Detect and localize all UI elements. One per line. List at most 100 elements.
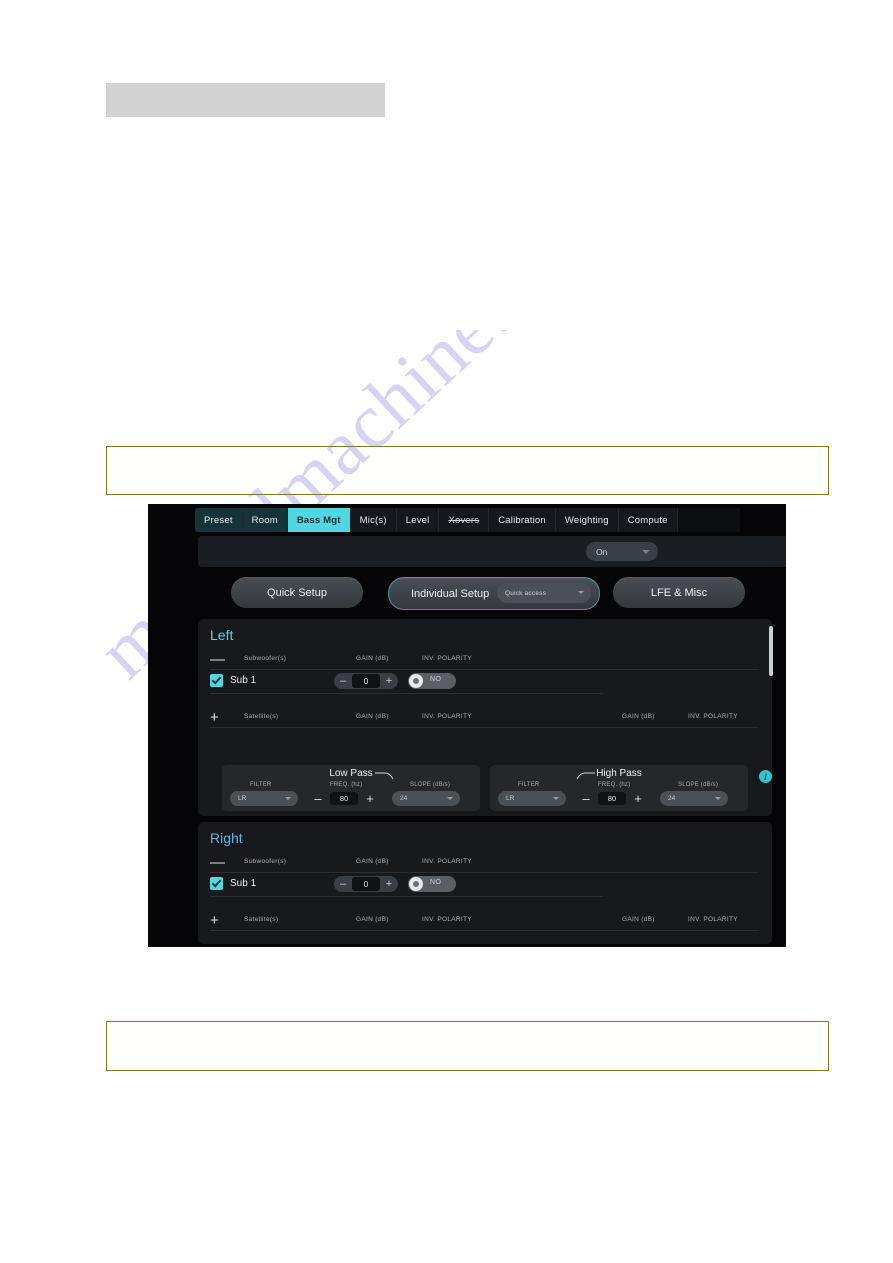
high-pass-freq-value[interactable]: 80 xyxy=(598,792,626,805)
col-gain: GAIN (dB) xyxy=(356,713,389,720)
vertical-scrollbar-thumb[interactable] xyxy=(769,626,773,676)
low-pass-filter-label: FILTER xyxy=(250,782,272,788)
low-pass-slope-value: 24 xyxy=(400,795,408,802)
high-pass-filter-dropdown[interactable]: LR xyxy=(498,791,566,806)
high-pass-title: High Pass xyxy=(596,768,642,779)
tab-bass-mgt[interactable]: Bass Mgt xyxy=(287,508,351,532)
col-inv-polarity-2: INV. POLARITY xyxy=(688,713,738,720)
sub-name-label: Sub 1 xyxy=(230,878,257,889)
gain-value[interactable]: 0 xyxy=(352,877,380,891)
subwoofer-header-left: — Subwoofer(s) GAIN (dB) INV. POLARITY xyxy=(210,651,759,670)
toggle-knob-icon xyxy=(409,674,423,688)
chevron-down-icon xyxy=(578,591,584,594)
gray-placeholder-block xyxy=(106,83,385,117)
sub-name-label: Sub 1 xyxy=(230,675,257,686)
embedded-app-screenshot: Preset Room Bass Mgt Mic(s) Level Xovers… xyxy=(148,504,786,947)
subwoofer-header-right: — Subwoofer(s) GAIN (dB) INV. POLARITY xyxy=(210,854,759,873)
chevron-down-icon xyxy=(715,796,721,800)
col-satellites: Satellite(s) xyxy=(244,916,279,923)
sub-gain-stepper[interactable]: – 0 + xyxy=(334,876,398,892)
freq-decrease-button[interactable]: – xyxy=(310,790,326,807)
high-pass-slope-dropdown[interactable]: 24 xyxy=(660,791,728,806)
low-pass-panel: Low Pass FILTER FREQ. (hz) SLOPE (dB/s) … xyxy=(222,765,480,811)
satellite-header-left: + Satellite(s) GAIN (dB) INV. POLARITY G… xyxy=(210,709,759,728)
tab-mics[interactable]: Mic(s) xyxy=(350,508,397,532)
col-gain: GAIN (dB) xyxy=(356,858,389,865)
gain-increase-button[interactable]: + xyxy=(381,876,397,892)
gain-decrease-button[interactable]: – xyxy=(335,876,351,892)
inv-polarity-toggle[interactable]: NO xyxy=(408,673,456,689)
expand-icon[interactable]: + xyxy=(210,710,219,725)
low-pass-slope-label: SLOPE (dB/s) xyxy=(410,782,451,788)
low-pass-curve-icon xyxy=(375,772,394,780)
low-pass-filter-value: LR xyxy=(238,795,247,802)
gain-value[interactable]: 0 xyxy=(352,674,380,688)
high-pass-panel: High Pass FILTER FREQ. (hz) SLOPE (dB/s)… xyxy=(490,765,748,811)
bass-mode-dropdown[interactable]: On xyxy=(586,542,658,561)
low-pass-freq-label: FREQ. (hz) xyxy=(330,782,363,788)
tab-calibration[interactable]: Calibration xyxy=(489,508,556,532)
info-icon[interactable]: i xyxy=(759,770,772,783)
channel-card-left: Left — Subwoofer(s) GAIN (dB) INV. POLAR… xyxy=(198,619,772,816)
tab-preset[interactable]: Preset xyxy=(195,508,243,532)
quick-access-label: Quick access xyxy=(505,589,547,597)
sub-enable-checkbox[interactable] xyxy=(210,877,223,890)
quick-setup-button[interactable]: Quick Setup xyxy=(231,577,363,608)
quick-access-dropdown[interactable]: Quick access xyxy=(497,583,591,603)
chevron-down-icon xyxy=(642,549,650,554)
tab-level[interactable]: Level xyxy=(396,508,440,532)
high-pass-filter-value: LR xyxy=(506,795,515,802)
freq-increase-button[interactable]: + xyxy=(630,790,646,807)
tab-xovers[interactable]: Xovers xyxy=(439,508,490,532)
gain-increase-button[interactable]: + xyxy=(381,673,397,689)
col-satellites: Satellite(s) xyxy=(244,713,279,720)
freq-increase-button[interactable]: + xyxy=(362,790,378,807)
high-pass-curve-icon xyxy=(576,772,595,780)
lfe-misc-label: LFE & Misc xyxy=(650,586,708,599)
note-box-bottom xyxy=(106,1021,829,1071)
col-inv-polarity: INV. POLARITY xyxy=(422,916,472,923)
crossover-filters-left: Low Pass FILTER FREQ. (hz) SLOPE (dB/s) … xyxy=(222,765,748,811)
high-pass-slope-label: SLOPE (dB/s) xyxy=(678,782,719,788)
chevron-down-icon xyxy=(285,796,291,800)
low-pass-filter-dropdown[interactable]: LR xyxy=(230,791,298,806)
high-pass-filter-label: FILTER xyxy=(518,782,540,788)
col-gain-2: GAIN (dB) xyxy=(622,916,655,923)
subwoofer-row-left: Sub 1 – 0 + NO xyxy=(210,671,603,694)
low-pass-freq-stepper[interactable]: – 80 + xyxy=(310,790,378,807)
col-gain-2: GAIN (dB) xyxy=(622,713,655,720)
low-pass-freq-value[interactable]: 80 xyxy=(330,792,358,805)
tab-room[interactable]: Room xyxy=(242,508,288,532)
note-box-top xyxy=(106,446,829,495)
col-inv-polarity-2: INV. POLARITY xyxy=(688,916,738,923)
col-gain: GAIN (dB) xyxy=(356,916,389,923)
bass-mode-value: On xyxy=(596,546,608,557)
col-inv-polarity: INV. POLARITY xyxy=(422,713,472,720)
collapse-icon[interactable]: — xyxy=(210,855,225,870)
expand-icon[interactable]: + xyxy=(210,913,219,928)
subwoofer-row-right: Sub 1 – 0 + NO xyxy=(210,874,603,897)
inv-polarity-value: NO xyxy=(430,676,442,683)
individual-setup-label: Individual Setup xyxy=(411,587,490,600)
sub-gain-stepper[interactable]: – 0 + xyxy=(334,673,398,689)
setup-button-row: Quick Setup Individual Setup Quick acces… xyxy=(198,577,786,610)
low-pass-title: Low Pass xyxy=(329,768,373,779)
collapse-icon[interactable]: — xyxy=(210,652,225,667)
tab-weighting[interactable]: Weighting xyxy=(555,508,619,532)
low-pass-slope-dropdown[interactable]: 24 xyxy=(392,791,460,806)
lfe-misc-button[interactable]: LFE & Misc xyxy=(613,577,745,608)
inv-polarity-value: NO xyxy=(430,879,442,886)
freq-decrease-button[interactable]: – xyxy=(578,790,594,807)
col-subwoofers: Subwoofer(s) xyxy=(244,655,287,662)
high-pass-freq-stepper[interactable]: – 80 + xyxy=(578,790,646,807)
satellite-header-right: + Satellite(s) GAIN (dB) INV. POLARITY G… xyxy=(210,912,759,931)
quick-setup-label: Quick Setup xyxy=(267,586,327,599)
tab-compute[interactable]: Compute xyxy=(618,508,678,532)
sub-enable-checkbox[interactable] xyxy=(210,674,223,687)
col-subwoofers: Subwoofer(s) xyxy=(244,858,287,865)
gain-decrease-button[interactable]: – xyxy=(335,673,351,689)
individual-setup-button[interactable]: Individual Setup Quick access xyxy=(388,577,600,610)
inv-polarity-toggle[interactable]: NO xyxy=(408,876,456,892)
col-inv-polarity: INV. POLARITY xyxy=(422,655,472,662)
chevron-down-icon xyxy=(553,796,559,800)
